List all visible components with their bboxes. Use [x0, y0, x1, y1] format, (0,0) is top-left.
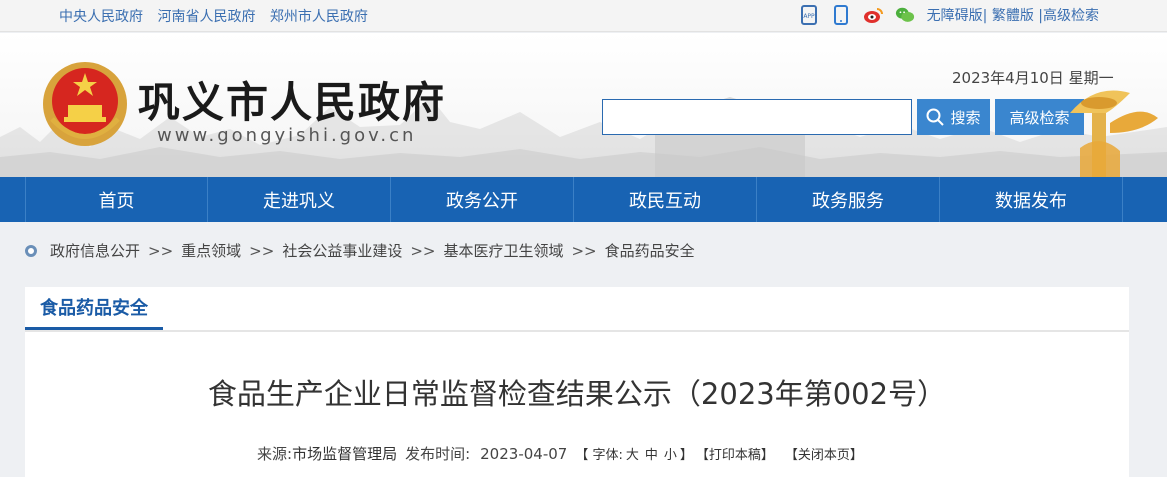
close-page-button[interactable]: 【关闭本页】: [785, 444, 863, 463]
huabiao-pillar-decoration: [1070, 90, 1158, 177]
separator: |: [982, 8, 988, 24]
top-links: 中央人民政府 河南省人民政府 郑州市人民政府: [59, 6, 378, 26]
nav-government-services[interactable]: 政务服务: [757, 177, 940, 222]
link-central-government[interactable]: 中央人民政府: [59, 9, 143, 25]
top-right-tools: APP 无障碍版| 繁體版 |高级检索: [799, 5, 1099, 25]
breadcrumb-item[interactable]: 重点领域: [181, 240, 241, 261]
section-title: 食品药品安全: [25, 287, 163, 330]
article-title: 食品生产企业日常监督检查结果公示（2023年第002号）: [207, 377, 947, 411]
breadcrumb: 政府信息公开 >> 重点领域 >> 社会公益事业建设 >> 基本医疗卫生领域 >…: [25, 240, 695, 261]
search-button[interactable]: 搜索: [917, 99, 990, 135]
font-large-button[interactable]: 大: [626, 444, 639, 463]
breadcrumb-item[interactable]: 食品药品安全: [605, 240, 695, 261]
accessibility-link[interactable]: 无障碍版: [927, 8, 983, 24]
publish-date: 2023-04-07: [480, 444, 568, 463]
font-medium-button[interactable]: 中: [645, 444, 658, 463]
source-label: 来源:: [257, 445, 293, 463]
link-zhengzhou-government[interactable]: 郑州市人民政府: [270, 9, 368, 25]
search-input[interactable]: [602, 99, 912, 135]
article-panel: 食品药品安全 食品生产企业日常监督检查结果公示（2023年第002号） 来源: …: [25, 287, 1129, 477]
breadcrumb-item[interactable]: 政府信息公开: [50, 240, 140, 261]
source-value: 市场监督管理局: [292, 445, 398, 463]
main-navigation: 首页 走进巩义 政务公开 政民互动 政务服务 数据发布: [0, 177, 1167, 222]
breadcrumb-item[interactable]: 社会公益事业建设: [282, 240, 402, 261]
search-icon: [926, 108, 945, 126]
font-small-button[interactable]: 小: [664, 444, 677, 463]
nav-about-gongyi[interactable]: 走进巩义: [208, 177, 391, 222]
advanced-search-link[interactable]: 高级检索: [1043, 8, 1099, 24]
nav-government-affairs[interactable]: 政务公开: [391, 177, 574, 222]
top-bar: 中央人民政府 河南省人民政府 郑州市人民政府 APP 无障碍版| 繁體版 |高级…: [0, 0, 1167, 32]
nav-public-interaction[interactable]: 政民互动: [574, 177, 757, 222]
breadcrumb-separator: >>: [249, 241, 275, 260]
mobile-icon[interactable]: [831, 5, 851, 25]
font-size-label: 【 字体:: [575, 448, 623, 463]
search-button-label: 搜索: [950, 109, 981, 127]
site-url: www.gongyishi.gov.cn: [157, 125, 417, 146]
national-emblem-logo: [43, 62, 127, 146]
wechat-icon[interactable]: [895, 5, 915, 25]
app-icon[interactable]: APP: [799, 5, 819, 25]
traditional-chinese-link[interactable]: 繁體版: [992, 8, 1034, 24]
nav-home[interactable]: 首页: [25, 177, 208, 222]
font-size-end: 】: [679, 448, 693, 463]
accessibility-links: 无障碍版| 繁體版 |高级检索: [927, 5, 1099, 25]
link-henan-government[interactable]: 河南省人民政府: [157, 9, 255, 25]
weibo-icon[interactable]: [863, 5, 883, 25]
breadcrumb-separator: >>: [148, 241, 174, 260]
breadcrumb-item[interactable]: 基本医疗卫生领域: [443, 240, 563, 261]
location-icon: [25, 244, 37, 257]
breadcrumb-separator: >>: [571, 241, 597, 260]
publish-label: 发布时间:: [405, 445, 471, 463]
nav-data-release[interactable]: 数据发布: [940, 177, 1123, 222]
site-name: 巩义市人民政府: [138, 78, 447, 127]
print-button[interactable]: 【打印本稿】: [696, 444, 774, 463]
svg-text:APP: APP: [803, 13, 815, 20]
site-header: 巩义市人民政府 www.gongyishi.gov.cn 2023年4月10日 …: [0, 33, 1167, 177]
article-meta: 来源: 市场监督管理局 发布时间: 2023-04-07 【 字体: 大 中 小…: [257, 443, 866, 464]
section-header: 食品药品安全: [25, 287, 1129, 332]
breadcrumb-separator: >>: [410, 241, 436, 260]
